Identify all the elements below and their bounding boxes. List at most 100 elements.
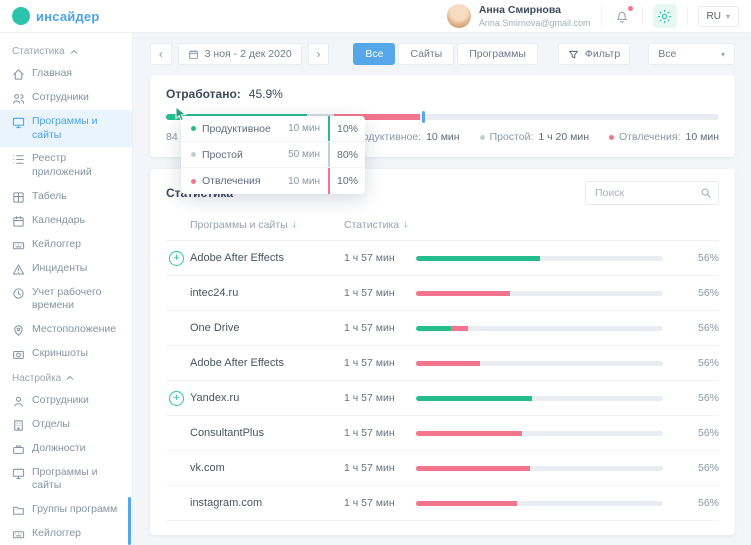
app-logo[interactable]: инсайдер <box>12 7 99 25</box>
sidebar-item-employees[interactable]: Сотрудники <box>0 86 132 110</box>
table-row[interactable]: + Adobe After Effects 1 ч 57 мин 56% <box>166 241 719 276</box>
sidebar-item-worktime[interactable]: Учет рабочего времени <box>0 281 132 318</box>
tooltip-percent: 10% <box>328 168 365 194</box>
tab-all[interactable]: Все <box>353 43 395 65</box>
tooltip-percent: 10% <box>328 116 365 141</box>
user-name: Анна Смирнова <box>479 4 591 17</box>
sidebar-item-programs-sites[interactable]: Программы и сайты <box>0 110 132 147</box>
prev-period-button[interactable]: ‹ <box>150 43 172 65</box>
tooltip-value: 10 мин <box>288 123 328 134</box>
next-period-button[interactable]: › <box>308 43 330 65</box>
sidebar-item-program-groups[interactable]: Группы программ <box>0 498 132 522</box>
table-row[interactable]: + ConsultantPlus 1 ч 57 мин 56% <box>166 416 719 451</box>
table-row[interactable]: + One Drive 1 ч 57 мин 56% <box>166 311 719 346</box>
program-time: 1 ч 57 мин <box>344 427 416 439</box>
sidebar-section-settings[interactable]: Настройка <box>0 366 132 389</box>
user-menu[interactable]: Анна Смирнова Anna.Smirnova@gmail.com <box>447 4 591 28</box>
sidebar-item-keylogger[interactable]: Кейлоггер <box>0 233 132 257</box>
program-name: intec24.ru <box>190 287 344 299</box>
language-select[interactable]: RU ▾ <box>698 6 739 27</box>
language-value: RU <box>707 11 721 22</box>
tooltip-value: 50 мин <box>288 149 328 160</box>
expand-row-button[interactable]: + <box>169 251 184 266</box>
sidebar-item-label: Кейлоггер <box>32 527 81 541</box>
tooltip-label: Отвлечения <box>202 175 261 187</box>
keyboard-icon <box>12 528 25 541</box>
column-programs-sites[interactable]: Программы и сайты ↓ <box>190 219 344 231</box>
sidebar-item-home[interactable]: Главная <box>0 62 132 86</box>
tab-programs[interactable]: Программы <box>457 43 538 65</box>
sidebar-item-label: Программы и сайты <box>32 466 120 493</box>
sidebar-item-label: Табель <box>32 190 67 204</box>
table-row[interactable]: + intec24.ru 1 ч 57 мин 56% <box>166 276 719 311</box>
calendar-icon <box>188 49 199 60</box>
avatar <box>447 4 471 28</box>
legend-distractions: Отвлечения: 10 мин <box>609 131 719 143</box>
notifications-button[interactable] <box>612 6 632 26</box>
scope-value: Все <box>658 48 676 60</box>
sidebar-section-statistics[interactable]: Статистика <box>0 39 132 62</box>
table-row[interactable]: + Adobe After Effects 1 ч 57 мин 56% <box>166 346 719 381</box>
search-input[interactable] <box>585 181 719 205</box>
worked-value: 45.9% <box>249 87 283 101</box>
sidebar-item-label: Скриншоты <box>32 347 88 361</box>
logo-text: инсайдер <box>36 9 99 24</box>
filter-label: Фильтр <box>585 48 620 60</box>
scope-select[interactable]: Все ▾ <box>648 43 735 65</box>
usage-bar <box>416 431 663 436</box>
clock-icon <box>12 287 25 300</box>
briefcase-icon <box>12 443 25 456</box>
date-range-button[interactable]: 3 ноя - 2 дек 2020 <box>178 43 302 65</box>
sidebar-item-label: Местоположение <box>32 323 116 337</box>
tooltip-value: 10 мин <box>288 176 328 187</box>
progress-marker[interactable] <box>422 111 425 123</box>
filter-button[interactable]: Фильтр <box>558 43 630 65</box>
expand-row-button[interactable]: + <box>169 391 184 406</box>
program-time: 1 ч 57 мин <box>344 462 416 474</box>
tooltip-percent: 80% <box>328 142 365 167</box>
sidebar-item-screenshots[interactable]: Скриншоты <box>0 342 132 366</box>
sidebar-item-settings-keylogger[interactable]: Кейлоггер <box>0 522 132 545</box>
table-row[interactable]: + Yandex.ru 1 ч 57 мин 56% <box>166 381 719 416</box>
chevron-down-icon: ▾ <box>726 12 730 21</box>
chevron-up-icon <box>70 49 78 55</box>
sidebar: Статистика Главная Сотрудники Программы … <box>0 33 133 545</box>
home-icon <box>12 68 25 81</box>
sort-desc-icon: ↓ <box>403 219 408 230</box>
sidebar-item-departments[interactable]: Отделы <box>0 413 132 437</box>
sidebar-item-settings-employees[interactable]: Сотрудники <box>0 389 132 413</box>
usage-bar <box>416 256 663 261</box>
table-row[interactable]: + instagram.com 1 ч 57 мин 56% <box>166 486 719 521</box>
usage-bar <box>416 326 663 331</box>
program-time: 1 ч 57 мин <box>344 287 416 299</box>
tab-sites[interactable]: Сайты <box>398 43 454 65</box>
date-range-value: 3 ноя - 2 дек 2020 <box>205 48 292 60</box>
sidebar-item-timesheet[interactable]: Табель <box>0 185 132 209</box>
program-time: 1 ч 57 мин <box>344 497 416 509</box>
user-icon <box>12 395 25 408</box>
sidebar-item-positions[interactable]: Должности <box>0 437 132 461</box>
sidebar-item-incidents[interactable]: Инциденты <box>0 257 132 281</box>
main-content: ‹ 3 ноя - 2 дек 2020 › Все Сайты Програм… <box>133 33 751 545</box>
usage-bar <box>416 466 663 471</box>
sidebar-item-label: Инциденты <box>32 262 87 276</box>
sidebar-item-location[interactable]: Местоположение <box>0 318 132 342</box>
scope-tabs: Все Сайты Программы <box>353 43 538 65</box>
program-percent: 56% <box>677 427 719 439</box>
table-icon <box>12 191 25 204</box>
search-box <box>585 181 719 205</box>
settings-button[interactable] <box>653 4 677 28</box>
program-percent: 56% <box>677 322 719 334</box>
progress-bar-tooltip: Продуктивное 10 мин 10% Простой 50 мин 8… <box>181 116 365 194</box>
chevron-left-icon: ‹ <box>159 47 163 61</box>
sidebar-item-settings-programs[interactable]: Программы и сайты <box>0 461 132 498</box>
sidebar-item-calendar[interactable]: Календарь <box>0 209 132 233</box>
sidebar-item-app-registry[interactable]: Реестр приложений <box>0 147 132 184</box>
sidebar-item-label: Сотрудники <box>32 394 89 408</box>
sidebar-scrollbar[interactable] <box>128 497 131 545</box>
column-statistics[interactable]: Статистика ↓ <box>344 219 416 231</box>
camera-icon <box>12 348 25 361</box>
usage-bar <box>416 361 663 366</box>
tooltip-label: Простой <box>202 149 243 161</box>
table-row[interactable]: + vk.com 1 ч 57 мин 56% <box>166 451 719 486</box>
